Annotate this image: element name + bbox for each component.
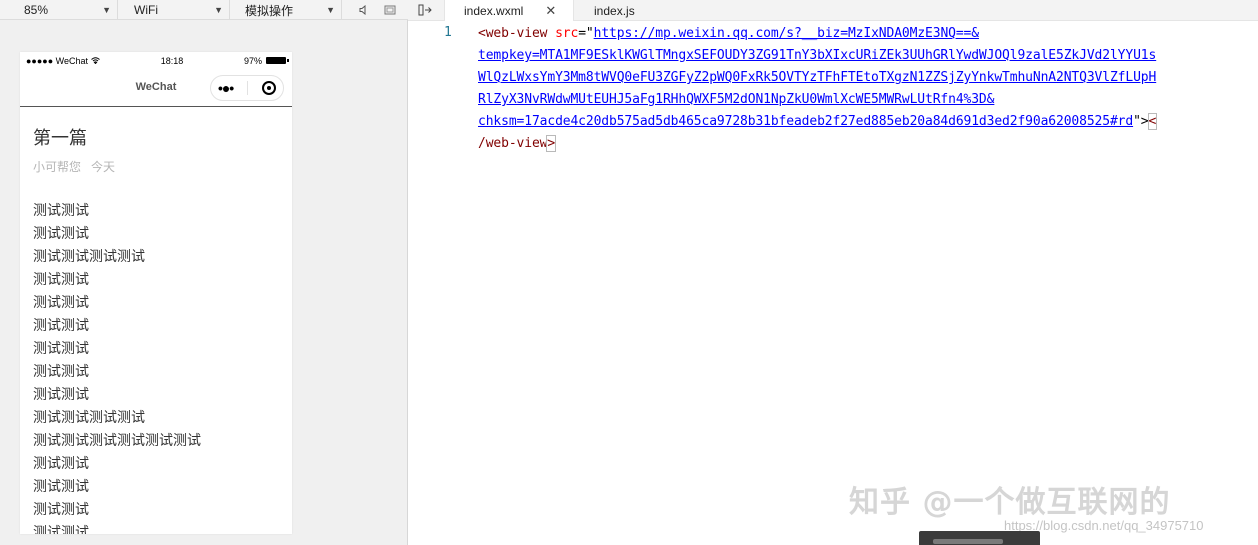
bracket-match: > xyxy=(546,135,557,152)
article-line: 测试测试 xyxy=(33,225,89,241)
attr-eq: =" xyxy=(578,26,594,41)
close-icon[interactable]: ✕ xyxy=(545,3,556,19)
tab-index-wxml[interactable]: index.wxml ✕ xyxy=(444,0,574,21)
article-line: 测试测试 xyxy=(33,386,89,402)
operation-select[interactable]: 模拟操作 ▼ xyxy=(230,0,342,20)
article-line: 测试测试 xyxy=(33,294,89,310)
chevron-down-icon: ▼ xyxy=(326,5,335,15)
simulator-panel: ●●●●● WeChat 18:18 97% WeChat •●• 第一篇 小可 xyxy=(0,20,408,545)
zoom-value: 85% xyxy=(24,3,49,17)
popup-toast xyxy=(919,531,1040,545)
article: 第一篇 小可帮您 今天 测试测试 测试测试 测试测试测试测试 测试测试 测试测试… xyxy=(20,126,292,534)
tag-close: /web-view xyxy=(478,136,548,151)
code-line: /web-view> xyxy=(478,133,1253,155)
close-target-icon[interactable] xyxy=(262,81,277,95)
article-title: 第一篇 xyxy=(33,128,87,148)
network-value: WiFi xyxy=(134,3,158,17)
code-line: chksm=17acde4c20db575ad5db465ca9728b31bf… xyxy=(478,111,1253,133)
article-line: 测试测试测试测试 xyxy=(33,248,145,264)
zhihu-watermark: 知乎 @一个做互联网的 xyxy=(849,485,1171,520)
url-part[interactable]: WlQzLWxsYmY3Mm8tWVQ0eFU3ZGFyZ2pWQ0FxRk5O… xyxy=(478,70,1156,85)
article-body: 测试测试 测试测试 测试测试测试测试 测试测试 测试测试 测试测试 测试测试 测… xyxy=(33,199,279,534)
url-part[interactable]: https://mp.weixin.qq.com/s?__biz=MzIxNDA… xyxy=(594,26,979,41)
close-quote: "> xyxy=(1133,114,1149,129)
article-line: 测试测试 xyxy=(33,478,89,494)
phone-screen: ●●●●● WeChat 18:18 97% WeChat •●• 第一篇 小可 xyxy=(20,52,292,534)
status-bar: ●●●●● WeChat 18:18 97% xyxy=(20,52,292,69)
popup-content xyxy=(933,539,1003,544)
article-line: 测试测试 xyxy=(33,340,89,356)
article-author[interactable]: 小可帮您 xyxy=(33,159,81,175)
code-line: WlQzLWxsYmY3Mm8tWVQ0eFU3ZGFyZ2pWQ0FxRk5O… xyxy=(478,67,1253,89)
line-number: 1 xyxy=(444,25,452,40)
url-part[interactable]: tempkey=MTA1MF9ESklKWGlTMngxSEFOUDY3ZG91… xyxy=(478,48,1156,63)
article-line: 测试测试 xyxy=(33,317,89,333)
battery-percent: 97% xyxy=(243,55,262,66)
operation-value: 模拟操作 xyxy=(245,3,294,18)
code-line: <web-view src="https://mp.weixin.qq.com/… xyxy=(478,23,1253,45)
article-line: 测试测试 xyxy=(33,501,89,517)
carrier-label: ●●●●● WeChat xyxy=(26,55,89,66)
volume-icon[interactable] xyxy=(353,0,375,20)
article-meta: 小可帮您 今天 xyxy=(33,159,279,175)
chevron-down-icon: ▼ xyxy=(214,5,223,15)
url-part[interactable]: RlZyX3NvRWdwMUtEUHJ5aFg1RHhQWXF5M2dON1Np… xyxy=(478,92,994,107)
url-part[interactable]: chksm=17acde4c20db575ad5db465ca9728b31bf… xyxy=(478,114,1133,129)
more-icon[interactable]: •●• xyxy=(218,80,234,96)
chevron-down-icon: ▼ xyxy=(102,5,111,15)
code-content[interactable]: <web-view src="https://mp.weixin.qq.com/… xyxy=(478,23,1253,155)
article-line: 测试测试 xyxy=(33,455,89,471)
navigation-bar: WeChat •●• xyxy=(20,69,292,107)
split-editor-icon[interactable] xyxy=(416,2,434,18)
article-line: 测试测试测试测试 xyxy=(33,409,145,425)
article-line: 测试测试 xyxy=(33,524,89,534)
article-line: 测试测试 xyxy=(33,202,89,218)
editor-tab-bar: index.wxml ✕ index.js xyxy=(408,0,1258,21)
network-select[interactable]: WiFi ▼ xyxy=(118,0,230,20)
capsule-divider xyxy=(247,81,249,95)
article-line: 测试测试 xyxy=(33,363,89,379)
attr-name: src xyxy=(555,26,579,41)
tag-open: <web-view xyxy=(478,26,548,41)
code-line: RlZyX3NvRWdwMUtEUHJ5aFg1RHhQWXF5M2dON1Np… xyxy=(478,89,1253,111)
bracket-match: < xyxy=(1147,113,1158,130)
article-line: 测试测试测试测试测试测试 xyxy=(33,432,201,448)
tab-index-js[interactable]: index.js xyxy=(575,0,685,21)
article-date: 今天 xyxy=(91,160,116,174)
window-icon[interactable] xyxy=(379,0,401,20)
status-time: 18:18 xyxy=(160,55,184,66)
code-editor[interactable]: 1 <web-view src="https://mp.weixin.qq.co… xyxy=(408,21,1258,545)
wifi-icon xyxy=(91,56,100,66)
tab-label: index.wxml xyxy=(464,3,524,18)
simulator-toolbar: 85% ▼ WiFi ▼ 模拟操作 ▼ xyxy=(0,0,408,20)
tab-label: index.js xyxy=(594,3,635,18)
capsule-menu: •●• xyxy=(210,75,284,101)
zoom-select[interactable]: 85% ▼ xyxy=(0,0,118,20)
code-line: tempkey=MTA1MF9ESklKWGlTMngxSEFOUDY3ZG91… xyxy=(478,45,1253,67)
line-gutter: 1 xyxy=(408,21,468,545)
article-line: 测试测试 xyxy=(33,271,89,287)
battery-icon xyxy=(265,57,289,64)
